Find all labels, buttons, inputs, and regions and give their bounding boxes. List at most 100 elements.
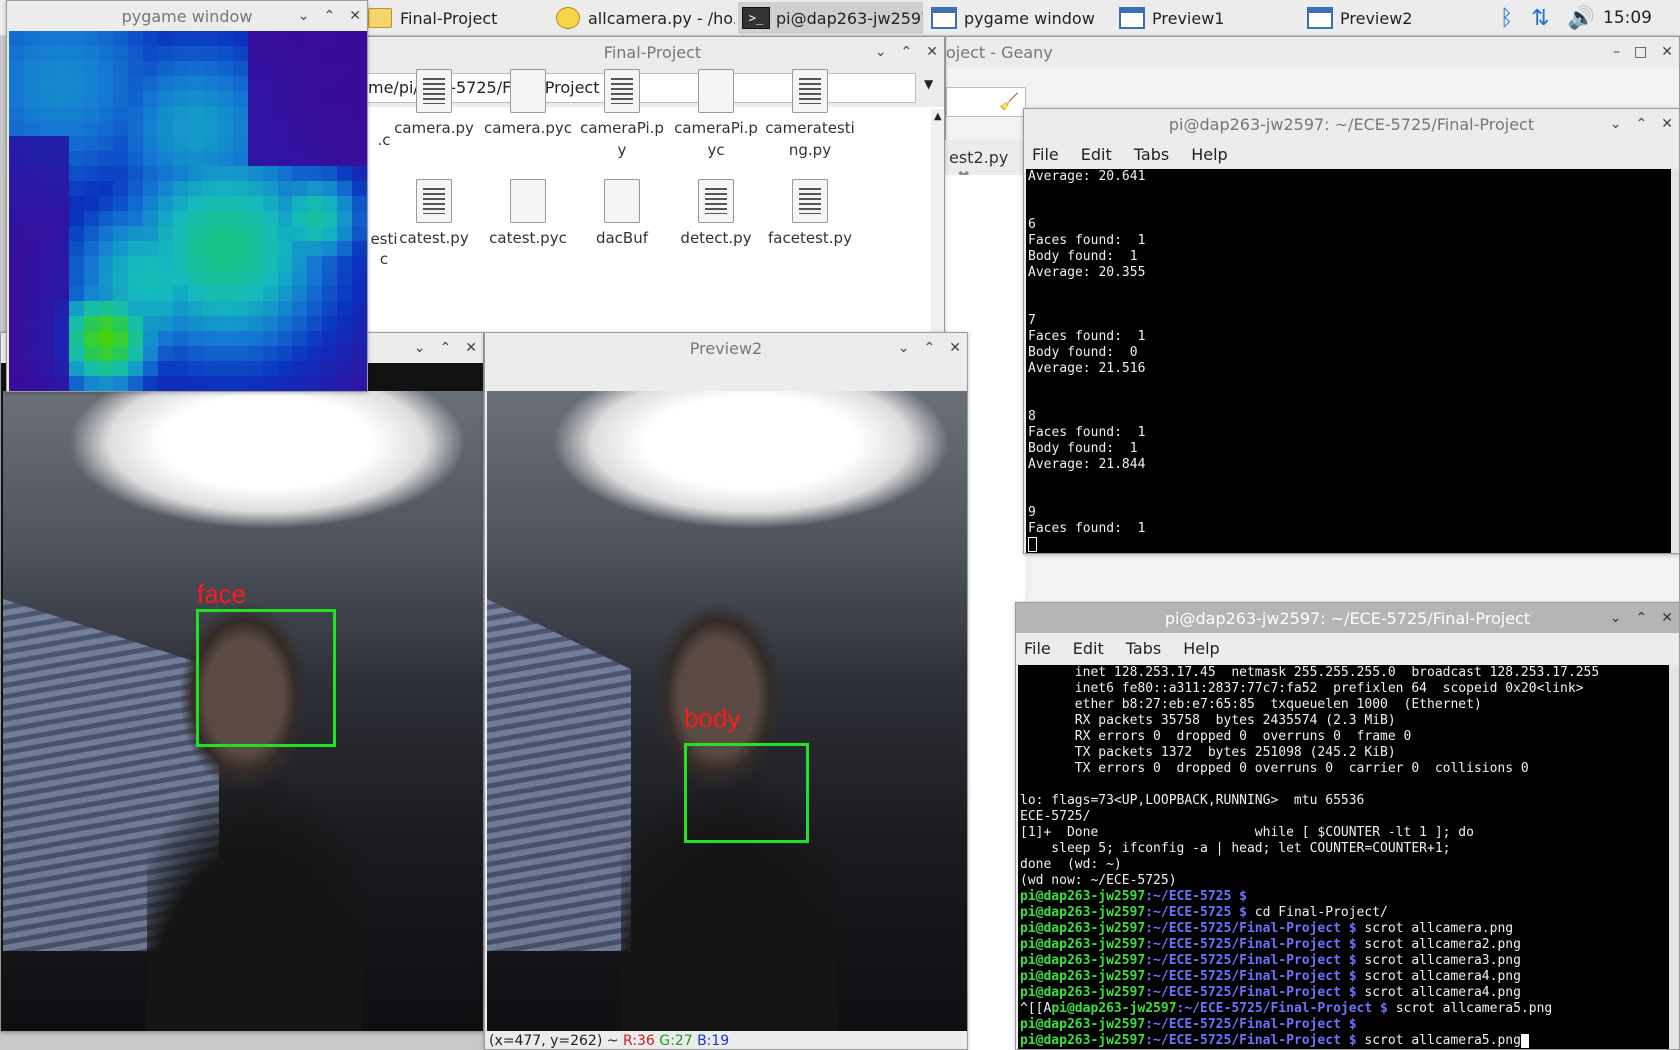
taskbar-item-geany[interactable]: allcamera.py - /ho...: [550, 2, 735, 34]
file-item[interactable]: cameraPi.pyc: [671, 69, 761, 161]
prompt-path: :~/ECE-5725/Final-Project $: [1145, 953, 1357, 968]
terminal-2-output[interactable]: inet 128.253.17.45 netmask 255.255.255.0…: [1018, 665, 1669, 1049]
terminal-line: Faces found: 1: [1028, 329, 1146, 344]
close-icon[interactable]: ✕: [1661, 116, 1673, 132]
taskbar-item-preview1[interactable]: Preview1: [1114, 2, 1299, 34]
terminal-line: Faces found: 1: [1028, 521, 1146, 536]
terminal-line: Average: 20.355: [1028, 265, 1146, 280]
prompt-path: :~/ECE-5725 $: [1145, 905, 1247, 920]
prompt-path: :~/ECE-5725/Final-Project $: [1145, 1033, 1357, 1048]
file-grid-scrollbar[interactable]: ▲: [931, 109, 944, 335]
window-title: pygame window: [121, 6, 253, 26]
file-icon: [792, 69, 828, 113]
prompt-command: scrot allcamera3.png: [1356, 953, 1521, 968]
menu-tabs[interactable]: Tabs: [1126, 639, 1161, 658]
chevron-up-icon[interactable]: ⌃: [440, 340, 452, 356]
file-icon: [510, 69, 546, 113]
maximize-icon[interactable]: □: [1634, 44, 1647, 60]
close-icon[interactable]: ✕: [349, 8, 361, 24]
camera-feed-2: body: [487, 391, 967, 1031]
file-item[interactable]: cameraPi.py: [577, 69, 667, 161]
body-detection-label: body: [684, 703, 741, 733]
system-tray: ᛒ ⇅ 🔊: [1500, 0, 1595, 36]
terminal-prompt-line: pi@dap263-jw2597:~/ECE-5725/Final-Projec…: [1020, 1033, 1669, 1049]
terminal-line: Average: 21.844: [1028, 457, 1146, 472]
file-item[interactable]: dacBuf: [577, 179, 667, 249]
close-icon[interactable]: ✕: [465, 340, 477, 356]
chevron-up-icon[interactable]: ⌃: [1636, 116, 1648, 132]
terminal-line: ECE-5725/: [1020, 809, 1091, 824]
prompt-command: scrot allcamera5.png: [1387, 1001, 1553, 1016]
pixel-r: R:36: [622, 1033, 655, 1049]
chevron-down-icon[interactable]: ⌄: [898, 340, 910, 356]
menu-file[interactable]: File: [1024, 639, 1051, 658]
menu-tabs[interactable]: Tabs: [1134, 145, 1169, 164]
terminal-prompt-line: pi@dap263-jw2597:~/ECE-5725 $: [1020, 889, 1669, 905]
prompt-user: pi@dap263-jw2597: [1020, 1017, 1146, 1032]
geany-icon: [554, 5, 582, 31]
close-icon[interactable]: ✕: [1661, 44, 1673, 60]
chevron-up-icon[interactable]: ⌃: [901, 44, 913, 60]
chevron-down-icon[interactable]: ⌄: [875, 44, 887, 60]
close-icon[interactable]: ✕: [1661, 610, 1673, 626]
file-icon: [416, 69, 452, 113]
file-label: dacBuf: [595, 229, 649, 247]
window-title: pi@dap263-jw2597: ~/ECE-5725/Final-Proje…: [1168, 114, 1535, 134]
clear-icon[interactable]: 🧹: [999, 92, 1019, 111]
menu-help[interactable]: Help: [1191, 145, 1227, 164]
file-item[interactable]: catest.pyc: [483, 179, 573, 249]
taskbar-item-terminal[interactable]: >_ pi@dap263-jw2597...: [738, 2, 923, 34]
taskbar-item-pygame[interactable]: pygame window: [926, 2, 1111, 34]
file-item[interactable]: camera.pyc: [483, 69, 573, 139]
pygame-window: pygame window ⌄ ⌃ ✕: [6, 0, 368, 392]
terminal-cursor: [1520, 1033, 1529, 1048]
close-icon[interactable]: ✕: [926, 44, 938, 60]
file-item[interactable]: detect.py: [671, 179, 761, 249]
chevron-down-icon[interactable]: ⌄: [1610, 610, 1622, 626]
volume-icon[interactable]: 🔊: [1568, 6, 1595, 31]
file-item[interactable]: camera.py: [389, 69, 479, 139]
prompt-command: cd Final-Project/: [1246, 905, 1388, 920]
file-label: camera.pyc: [483, 119, 573, 137]
minimize-icon[interactable]: –: [1613, 44, 1620, 60]
prompt-command: scrot allcamera4.png: [1356, 969, 1521, 984]
terminal-prompt-line: ^[[Api@dap263-jw2597:~/ECE-5725/Final-Pr…: [1020, 1001, 1669, 1017]
terminal-1-scrollbar[interactable]: [1671, 169, 1679, 553]
terminal-line: Faces found: 1: [1028, 425, 1146, 440]
bluetooth-icon[interactable]: ᛒ: [1500, 6, 1513, 31]
file-label: catest.py: [399, 229, 469, 247]
geany-search-field[interactable]: 🧹: [946, 87, 1026, 117]
clock[interactable]: 15:09: [1603, 0, 1652, 36]
terminal-prompt-line: pi@dap263-jw2597:~/ECE-5725/Final-Projec…: [1020, 969, 1669, 985]
prompt-command: scrot allcamera.png: [1356, 921, 1514, 936]
chevron-down-icon[interactable]: ⌄: [1610, 116, 1622, 132]
menu-edit[interactable]: Edit: [1081, 145, 1112, 164]
dropdown-arrow-icon[interactable]: ▼: [924, 77, 933, 91]
chevron-down-icon[interactable]: ⌄: [298, 8, 310, 24]
menu-help[interactable]: Help: [1183, 639, 1219, 658]
file-item[interactable]: facetest.py: [765, 179, 855, 249]
file-item[interactable]: cameratesting.py: [765, 69, 855, 161]
menu-file[interactable]: File: [1032, 145, 1059, 164]
preview2-window: Preview2 ⌄ ⌃ ✕ body (x=477, y=262) ~ R:36 …: [484, 332, 968, 1050]
terminal-line: inet 128.253.17.45 netmask 255.255.255.0…: [1020, 665, 1600, 680]
chevron-up-icon[interactable]: ⌃: [324, 8, 336, 24]
close-icon[interactable]: ✕: [949, 340, 961, 356]
chevron-up-icon[interactable]: ⌃: [1636, 610, 1648, 626]
terminal-2-scrollbar[interactable]: [1669, 665, 1679, 1049]
geany-tab[interactable]: est2.py ✖: [945, 140, 1025, 186]
prompt-prefix: ^[[A: [1020, 1001, 1052, 1016]
geany-tab-label: est2.py: [949, 148, 1009, 167]
taskbar-item-preview2[interactable]: Preview2: [1302, 2, 1487, 34]
file-item[interactable]: catest.py: [389, 179, 479, 249]
file-manager-titlebar: Final-Project ⌄ ⌃ ✕: [361, 37, 944, 67]
scroll-up-icon[interactable]: ▲: [934, 111, 942, 122]
terminal-1-output[interactable]: Average: 20.641 6 Faces found: 1 Body foun…: [1026, 169, 1671, 553]
menu-edit[interactable]: Edit: [1073, 639, 1104, 658]
chevron-down-icon[interactable]: ⌄: [414, 340, 426, 356]
chevron-up-icon[interactable]: ⌃: [924, 340, 936, 356]
network-icon[interactable]: ⇅: [1531, 6, 1549, 31]
taskbar-item-label: pi@dap263-jw2597...: [776, 8, 923, 28]
taskbar-item-final-project[interactable]: Final-Project: [362, 2, 547, 34]
